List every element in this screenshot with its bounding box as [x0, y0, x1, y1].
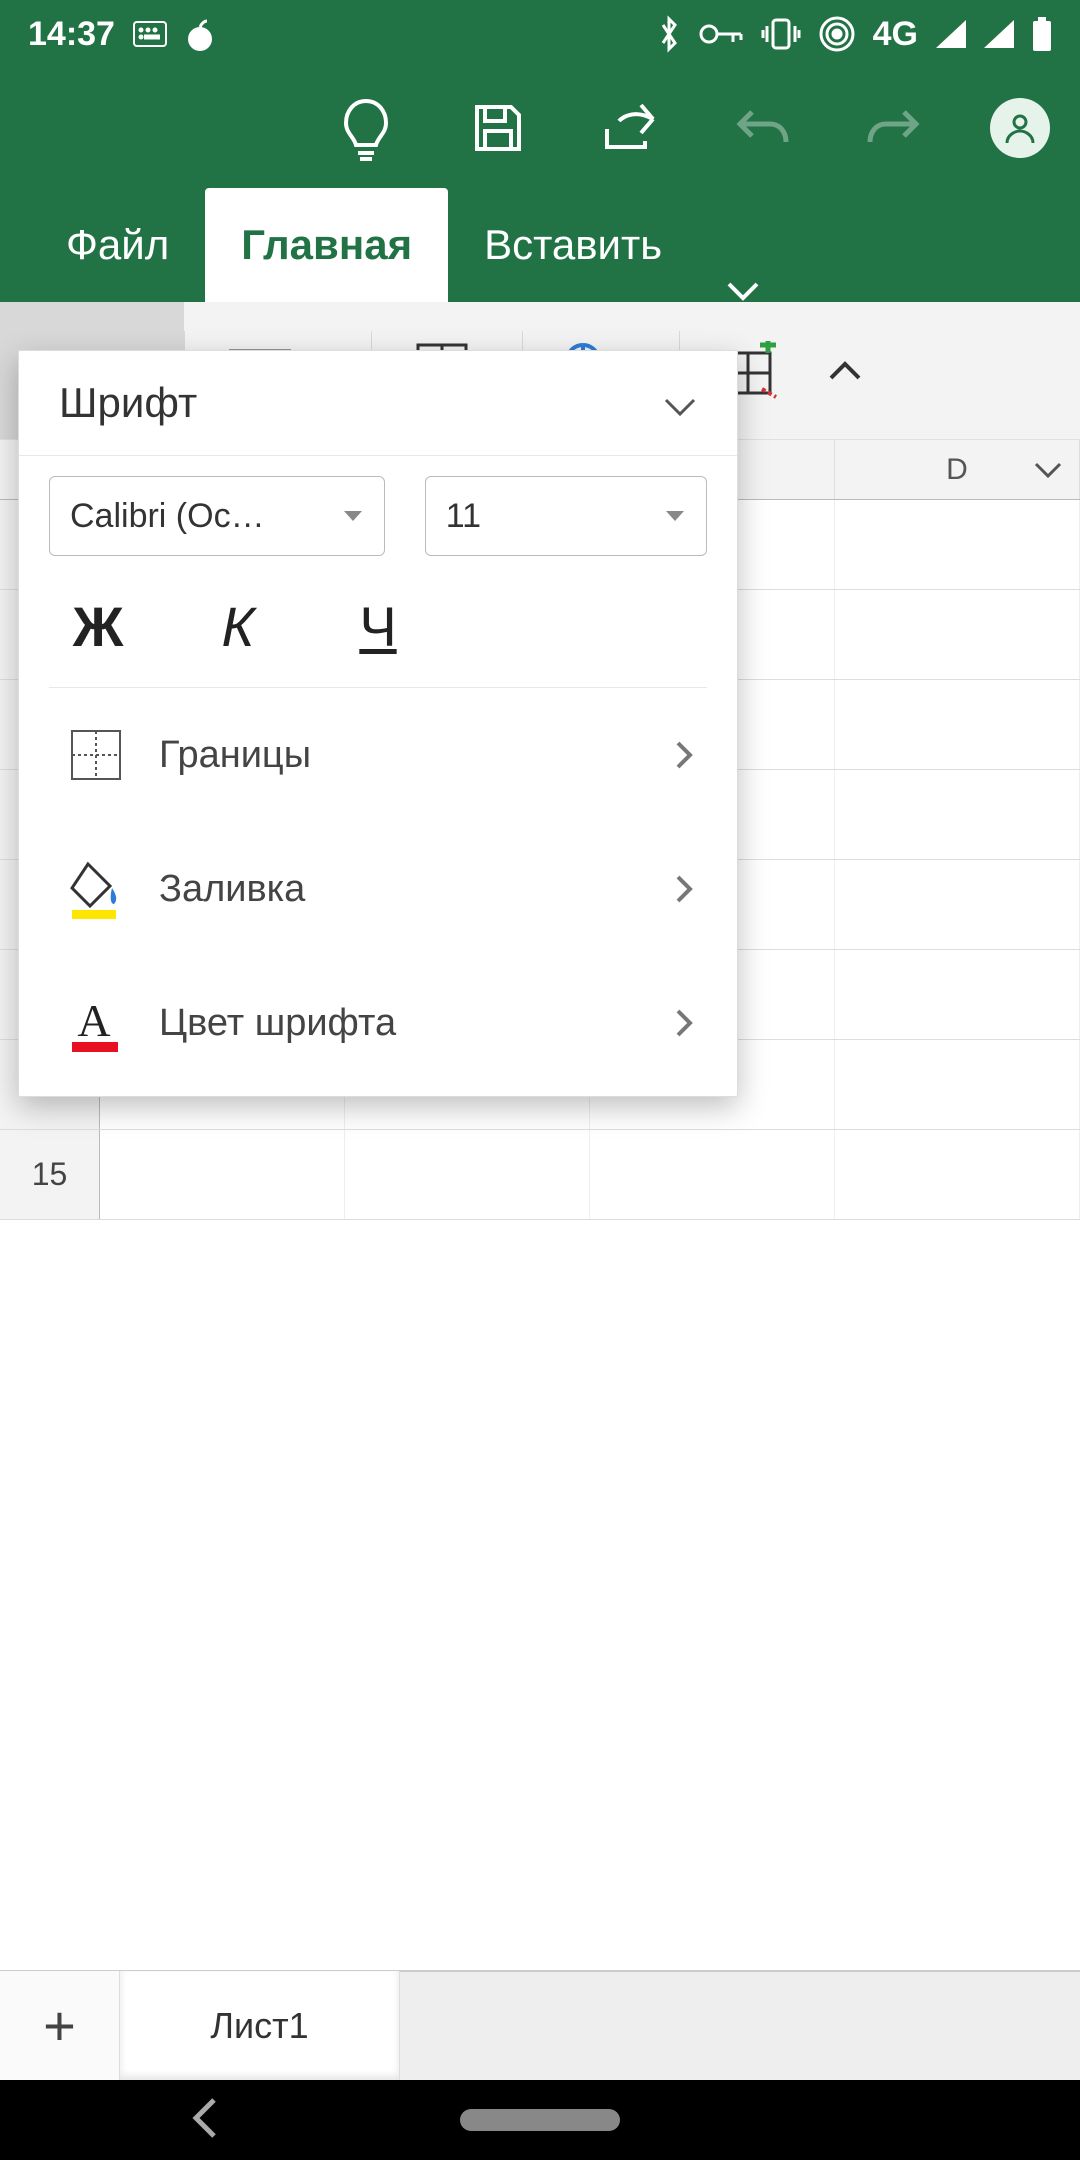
cell[interactable] — [835, 860, 1080, 949]
spreadsheet-row: 15 — [0, 1130, 1080, 1220]
chevron-down-icon — [664, 509, 686, 523]
tab-home[interactable]: Главная — [205, 188, 448, 302]
chevron-right-icon — [675, 874, 693, 904]
chevron-down-icon[interactable] — [1033, 453, 1063, 487]
font-family-select[interactable]: Calibri (Ос… — [49, 476, 385, 556]
font-color-icon: A — [63, 990, 129, 1056]
redo-button[interactable] — [858, 92, 930, 164]
ribbon-collapse-button[interactable] — [820, 360, 900, 382]
bold-button[interactable]: Ж — [63, 594, 133, 659]
undo-button[interactable] — [726, 92, 798, 164]
cell[interactable] — [835, 500, 1080, 589]
ideas-button[interactable] — [330, 92, 402, 164]
hotspot-icon — [819, 16, 855, 52]
font-panel-title: Шрифт — [59, 379, 197, 427]
fill-color-menu-item[interactable]: Заливка — [49, 822, 707, 956]
key-icon — [699, 22, 743, 46]
font-size-select[interactable]: 11 — [425, 476, 707, 556]
chevron-right-icon — [675, 740, 693, 770]
fruit-icon — [185, 17, 215, 51]
paint-bucket-icon — [63, 856, 129, 922]
cell[interactable] — [835, 590, 1080, 679]
status-bar: 14:37 4G — [0, 0, 1080, 68]
borders-icon — [63, 722, 129, 788]
cell[interactable] — [590, 1130, 835, 1219]
cell[interactable] — [835, 1130, 1080, 1219]
column-header[interactable]: D — [835, 440, 1080, 499]
borders-menu-item[interactable]: Границы — [49, 688, 707, 822]
font-panel: Шрифт Calibri (Ос… 11 Ж К Ч — [18, 350, 738, 1097]
chevron-right-icon — [675, 1008, 693, 1038]
battery-icon — [1032, 17, 1052, 51]
italic-button[interactable]: К — [203, 594, 273, 659]
android-navbar — [0, 2080, 1080, 2160]
cell[interactable] — [835, 950, 1080, 1039]
row-header[interactable]: 15 — [0, 1130, 100, 1219]
keyboard-icon — [133, 21, 167, 47]
cell[interactable] — [835, 1040, 1080, 1129]
cell[interactable] — [835, 770, 1080, 859]
sheet-tabs-bar: + Лист1 — [0, 1970, 1080, 2080]
underline-button[interactable]: Ч — [343, 594, 413, 659]
tab-file[interactable]: Файл — [30, 188, 205, 302]
back-button[interactable] — [190, 2096, 220, 2145]
account-button[interactable] — [990, 98, 1050, 158]
chevron-down-icon — [342, 509, 364, 523]
tab-insert[interactable]: Вставить — [448, 188, 698, 302]
bluetooth-icon — [657, 15, 681, 53]
cell[interactable] — [100, 1130, 345, 1219]
sheet-tab[interactable]: Лист1 — [120, 1971, 400, 2080]
signal-icon-2 — [984, 20, 1014, 48]
network-type: 4G — [873, 15, 918, 54]
chevron-down-icon[interactable] — [663, 379, 697, 427]
app-toolbar — [0, 68, 1080, 188]
vibrate-icon — [761, 16, 801, 52]
ribbon-tabs: Файл Главная Вставить — [0, 188, 1080, 302]
cell[interactable] — [835, 680, 1080, 769]
add-sheet-button[interactable]: + — [0, 1971, 120, 2080]
share-button[interactable] — [594, 92, 666, 164]
signal-icon-1 — [936, 20, 966, 48]
svg-text:A: A — [77, 995, 110, 1046]
tabs-expand-button[interactable] — [698, 280, 788, 302]
cell[interactable] — [345, 1130, 590, 1219]
font-color-menu-item[interactable]: A Цвет шрифта — [49, 956, 707, 1096]
status-time: 14:37 — [28, 15, 115, 54]
home-pill[interactable] — [460, 2109, 620, 2131]
save-button[interactable] — [462, 92, 534, 164]
